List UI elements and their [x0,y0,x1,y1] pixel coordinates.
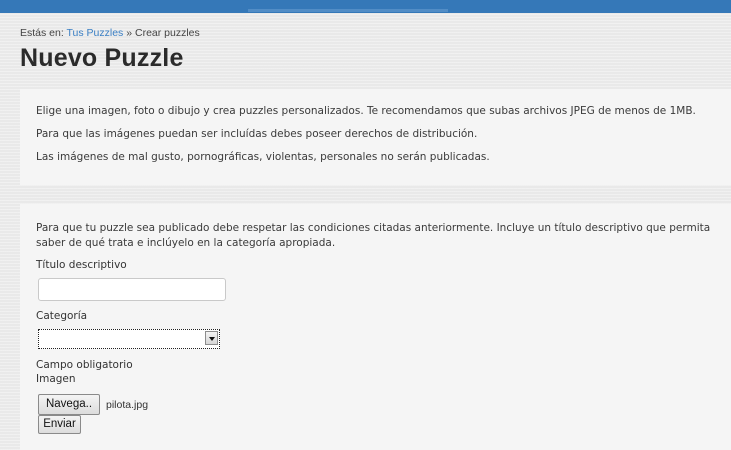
breadcrumb-prefix: Estás en: [20,27,64,39]
selected-file-name: pilota.jpg [106,399,149,411]
title-label: Título descriptivo [36,259,127,271]
submit-button[interactable]: Enviar [38,415,81,434]
category-label: Categoría [36,310,88,322]
chevron-down-icon[interactable] [205,331,218,345]
breadcrumb: Estás en: Tus Puzzles » Crear puzzles [20,27,200,39]
conditions-text: Para que tu puzzle sea publicado debe re… [36,222,711,249]
breadcrumb-current: Crear puzzles [135,27,200,39]
title-input[interactable] [38,278,226,301]
info-line-2: Para que las imágenes puedan ser incluíd… [36,128,478,140]
breadcrumb-separator: » [126,27,133,39]
page-title: Nuevo Puzzle [20,44,184,72]
info-line-1: Elige una imagen, foto o dibujo y crea p… [36,105,696,117]
info-line-3: Las imágenes de mal gusto, pornográficas… [36,151,490,163]
breadcrumb-link-tus-puzzles[interactable]: Tus Puzzles [67,27,124,39]
upload-form: Para que tu puzzle sea publicado debe re… [20,204,731,450]
category-select[interactable] [38,329,220,349]
required-note: Campo obligatorio [36,359,133,371]
top-bar [0,0,731,13]
image-label: Imagen [36,373,76,385]
info-panel: Elige una imagen, foto o dibujo y crea p… [20,89,731,185]
browse-button[interactable]: Navega.. [38,394,100,415]
